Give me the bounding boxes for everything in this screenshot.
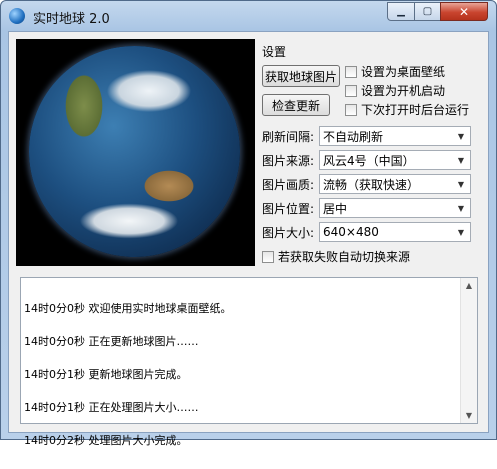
image-source-label: 图片来源: <box>262 154 315 168</box>
main-panel: 设置 获取地球图片 检查更新 设置为桌面壁纸 设置为开机启动 下次打开时后台运行… <box>8 31 489 446</box>
close-button[interactable]: ✕ <box>440 2 488 21</box>
image-quality-label: 图片画质: <box>262 178 315 192</box>
checkbox-label: 设置为桌面壁纸 <box>361 65 446 79</box>
start-on-boot-checkbox[interactable]: 设置为开机启动 <box>345 82 445 99</box>
checkbox-label: 若获取失败自动切换来源 <box>278 250 411 264</box>
select-value: 640×480 <box>323 225 379 239</box>
checkbox-label: 设置为开机启动 <box>361 84 446 98</box>
log-line: 14时0分2秒 处理图片大小完成。 <box>24 434 188 447</box>
vertical-scrollbar[interactable]: ▲ ▼ <box>460 278 477 423</box>
background-run-checkbox[interactable]: 下次打开时后台运行 <box>345 101 469 118</box>
log-line: 14时0分1秒 更新地球图片完成。 <box>24 368 188 381</box>
minimize-button[interactable]: ▁ <box>387 2 415 21</box>
set-wallpaper-checkbox[interactable]: 设置为桌面壁纸 <box>345 63 445 80</box>
get-earth-image-button[interactable]: 获取地球图片 <box>262 65 340 87</box>
refresh-interval-label: 刷新间隔: <box>262 130 315 144</box>
image-position-label: 图片位置: <box>262 202 315 216</box>
window-title: 实时地球 2.0 <box>33 12 110 27</box>
maximize-icon: ▢ <box>422 6 433 17</box>
earth-preview <box>16 39 255 266</box>
minimize-icon: ▁ <box>397 6 405 17</box>
chevron-down-icon: ▼ <box>457 227 465 237</box>
app-window: 实时地球 2.0 ▁ ▢ ✕ 设置 获取地球图片 检查更新 设置为桌面壁纸 设置… <box>0 0 497 446</box>
globe-icon <box>9 8 25 24</box>
select-value: 不自动刷新 <box>323 129 384 144</box>
image-source-select[interactable]: 风云4号（中国） ▼ <box>319 150 471 170</box>
checkbox-box[interactable] <box>345 65 357 78</box>
refresh-interval-select[interactable]: 不自动刷新 ▼ <box>319 126 471 146</box>
checkbox-box[interactable] <box>262 250 274 263</box>
log-line: 14时0分0秒 欢迎使用实时地球桌面壁纸。 <box>24 302 232 315</box>
checkbox-box[interactable] <box>345 103 357 116</box>
image-size-select[interactable]: 640×480 ▼ <box>319 222 471 242</box>
select-value: 居中 <box>323 201 348 216</box>
log-line: 14时0分1秒 正在处理图片大小…… <box>24 401 199 414</box>
earth-image <box>29 46 240 257</box>
chevron-down-icon: ▼ <box>457 155 465 165</box>
log-line: 14时0分0秒 正在更新地球图片…… <box>24 335 199 348</box>
title-bar[interactable]: 实时地球 2.0 ▁ ▢ ✕ <box>1 1 496 31</box>
scroll-down-icon[interactable]: ▼ <box>461 408 477 423</box>
close-icon: ✕ <box>458 4 470 19</box>
chevron-down-icon: ▼ <box>457 131 465 141</box>
select-value: 风云4号（中国） <box>323 153 415 168</box>
chevron-down-icon: ▼ <box>457 179 465 189</box>
checkbox-box[interactable] <box>345 84 357 97</box>
check-update-button[interactable]: 检查更新 <box>262 94 330 116</box>
image-size-label: 图片大小: <box>262 226 315 240</box>
settings-title: 设置 <box>262 45 287 59</box>
auto-switch-source-checkbox[interactable]: 若获取失败自动切换来源 <box>262 248 410 265</box>
log-textarea[interactable]: 14时0分0秒 欢迎使用实时地球桌面壁纸。 14时0分0秒 正在更新地球图片……… <box>20 277 478 446</box>
checkbox-label: 下次打开时后台运行 <box>361 103 470 117</box>
scroll-up-icon[interactable]: ▲ <box>461 278 477 293</box>
maximize-button[interactable]: ▢ <box>414 2 441 21</box>
chevron-down-icon: ▼ <box>457 203 465 213</box>
select-value: 流畅（获取快速） <box>323 177 420 192</box>
image-quality-select[interactable]: 流畅（获取快速） ▼ <box>319 174 471 194</box>
image-position-select[interactable]: 居中 ▼ <box>319 198 471 218</box>
